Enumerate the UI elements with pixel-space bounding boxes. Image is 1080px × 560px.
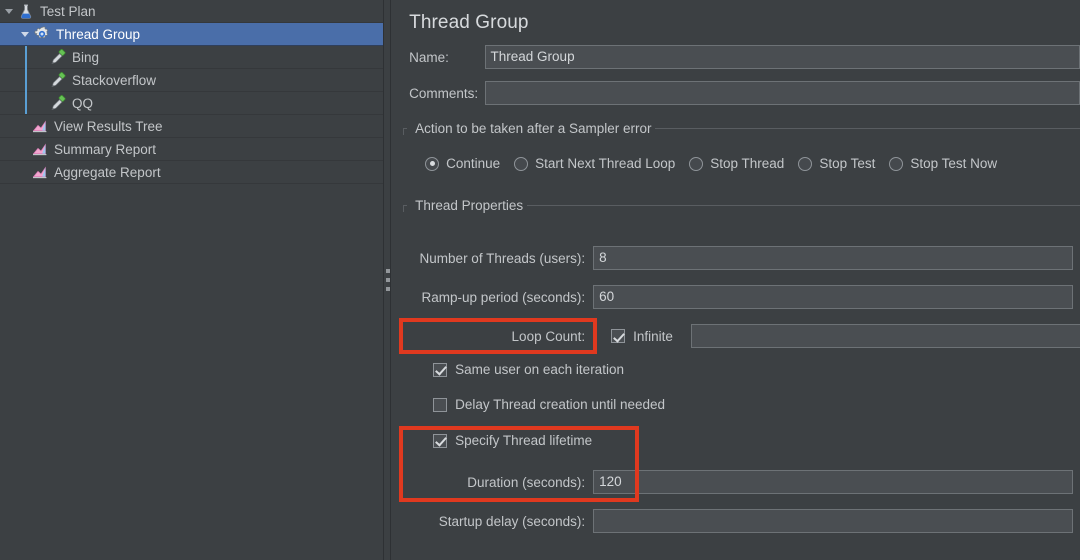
tree-item-label: Stackoverflow — [72, 72, 157, 88]
tree-item-summary-report[interactable]: Summary Report — [0, 138, 384, 161]
radio-indicator[interactable] — [798, 156, 813, 171]
radio-label: Stop Test Now — [910, 156, 998, 171]
test-plan-tree[interactable]: Test Plan Thread Group Bing Stackoverflo… — [0, 0, 384, 560]
duration-label: Duration (seconds): — [467, 474, 586, 490]
http-sampler-dropper-icon — [48, 94, 68, 112]
sampler-error-group-title: Action to be taken after a Sampler error — [407, 121, 656, 136]
tree-guide-line — [25, 46, 27, 114]
same-user-checkbox[interactable] — [433, 362, 448, 377]
radio-label: Start Next Thread Loop — [535, 156, 676, 171]
ramp-up-period-row: Ramp-up period (seconds): 60 — [403, 285, 1074, 309]
radio-stop-test-now[interactable]: Stop Test Now — [889, 156, 997, 171]
loop-count-label: Loop Count: — [511, 328, 586, 344]
same-user-label: Same user on each iteration — [455, 362, 624, 377]
thread-group-gear-icon — [32, 26, 52, 42]
delay-thread-creation-label: Delay Thread creation until needed — [455, 397, 665, 412]
listener-chart-icon — [30, 165, 50, 179]
radio-label: Continue — [446, 156, 501, 171]
listener-chart-icon — [30, 142, 50, 156]
radio-label: Stop Thread — [710, 156, 785, 171]
startup-delay-row: Startup delay (seconds): — [403, 509, 1074, 533]
thread-properties-groupbox: Thread Properties — [403, 197, 1080, 215]
radio-start-next-thread-loop[interactable]: Start Next Thread Loop — [514, 156, 675, 171]
number-of-threads-label: Number of Threads (users): — [419, 250, 586, 266]
delay-thread-creation-checkbox[interactable] — [433, 397, 448, 412]
startup-delay-label: Startup delay (seconds): — [438, 513, 586, 529]
sampler-error-groupbox: Action to be taken after a Sampler error — [403, 120, 1080, 138]
radio-indicator[interactable] — [889, 156, 904, 171]
sampler-error-radio-group[interactable]: Continue Start Next Thread Loop Stop Thr… — [403, 156, 1080, 171]
tree-item-label: Summary Report — [54, 141, 157, 157]
http-sampler-dropper-icon — [48, 48, 68, 66]
delay-thread-creation-row[interactable]: Delay Thread creation until needed — [433, 397, 665, 412]
panel-splitter[interactable] — [383, 0, 392, 560]
ramp-up-period-input[interactable]: 60 — [593, 285, 1074, 309]
tree-item-stackoverflow[interactable]: Stackoverflow — [0, 69, 384, 92]
comments-row: Comments: — [403, 80, 1080, 106]
tree-item-view-results-tree[interactable]: View Results Tree — [0, 115, 384, 138]
duration-row: Duration (seconds): 120 — [403, 470, 1074, 494]
chevron-down-icon[interactable] — [2, 0, 16, 22]
radio-indicator[interactable] — [689, 156, 704, 171]
tree-item-label: Test Plan — [40, 3, 96, 19]
radio-continue[interactable]: Continue — [425, 156, 500, 171]
loop-count-infinite-label: Infinite — [633, 328, 673, 344]
test-plan-flask-icon — [16, 4, 36, 19]
startup-delay-input[interactable] — [593, 509, 1074, 533]
radio-indicator[interactable] — [425, 156, 440, 171]
tree-item-label: Bing — [72, 49, 100, 65]
tree-item-bing[interactable]: Bing — [0, 46, 384, 69]
page-title: Thread Group — [409, 12, 529, 33]
comments-input[interactable] — [484, 81, 1080, 105]
thread-group-settings-panel: Thread Group Name: Thread Group Comments… — [391, 0, 1080, 560]
listener-chart-icon — [30, 119, 50, 133]
name-input[interactable]: Thread Group — [484, 45, 1080, 69]
http-sampler-dropper-icon — [48, 71, 68, 89]
name-label: Name: — [409, 49, 449, 65]
number-of-threads-input[interactable]: 8 — [593, 246, 1074, 270]
radio-label: Stop Test — [819, 156, 876, 171]
name-row: Name: Thread Group — [403, 44, 1080, 70]
loop-count-infinite-checkbox[interactable] — [611, 329, 626, 343]
tree-item-test-plan[interactable]: Test Plan — [0, 0, 384, 23]
same-user-row[interactable]: Same user on each iteration — [433, 362, 624, 377]
specify-thread-lifetime-checkbox[interactable] — [433, 433, 448, 448]
loop-count-input[interactable] — [690, 324, 1080, 348]
radio-indicator[interactable] — [514, 156, 529, 171]
specify-thread-lifetime-label: Specify Thread lifetime — [455, 433, 593, 448]
tree-item-label: QQ — [72, 95, 94, 111]
chevron-down-icon[interactable] — [18, 23, 32, 45]
loop-count-row: Loop Count: Infinite — [403, 324, 1080, 348]
tree-item-label: View Results Tree — [54, 118, 163, 134]
thread-properties-group-title: Thread Properties — [407, 198, 528, 213]
comments-label: Comments: — [409, 85, 479, 101]
tree-item-thread-group[interactable]: Thread Group — [0, 23, 384, 46]
tree-item-qq[interactable]: QQ — [0, 92, 384, 115]
radio-stop-thread[interactable]: Stop Thread — [689, 156, 784, 171]
ramp-up-period-label: Ramp-up period (seconds): — [421, 289, 586, 305]
specify-thread-lifetime-row[interactable]: Specify Thread lifetime — [433, 433, 592, 448]
duration-input[interactable]: 120 — [593, 470, 1074, 494]
tree-item-label: Thread Group — [56, 26, 141, 42]
tree-item-label: Aggregate Report — [54, 164, 161, 180]
splitter-grip-icon[interactable] — [386, 269, 391, 291]
tree-item-aggregate-report[interactable]: Aggregate Report — [0, 161, 384, 184]
radio-stop-test[interactable]: Stop Test — [798, 156, 875, 171]
jmeter-window: Test Plan Thread Group Bing Stackoverflo… — [0, 0, 1080, 560]
number-of-threads-row: Number of Threads (users): 8 — [403, 246, 1074, 270]
